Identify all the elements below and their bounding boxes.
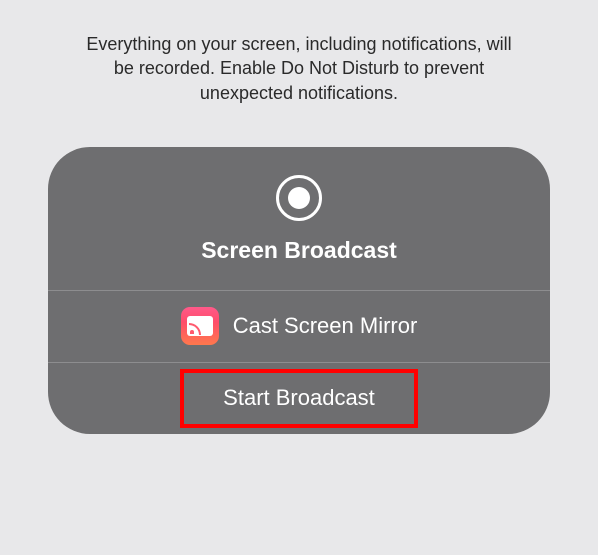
broadcast-panel: Screen Broadcast Cast Screen Mirror Star… bbox=[48, 147, 550, 434]
record-icon bbox=[276, 175, 322, 221]
app-option-row[interactable]: Cast Screen Mirror bbox=[48, 290, 550, 362]
app-option-label: Cast Screen Mirror bbox=[233, 313, 418, 339]
panel-title: Screen Broadcast bbox=[201, 237, 397, 264]
start-broadcast-button[interactable]: Start Broadcast bbox=[48, 362, 550, 434]
cast-app-icon bbox=[181, 307, 219, 345]
warning-text: Everything on your screen, including not… bbox=[0, 0, 598, 105]
panel-header: Screen Broadcast bbox=[48, 147, 550, 290]
start-broadcast-label: Start Broadcast bbox=[223, 385, 375, 411]
